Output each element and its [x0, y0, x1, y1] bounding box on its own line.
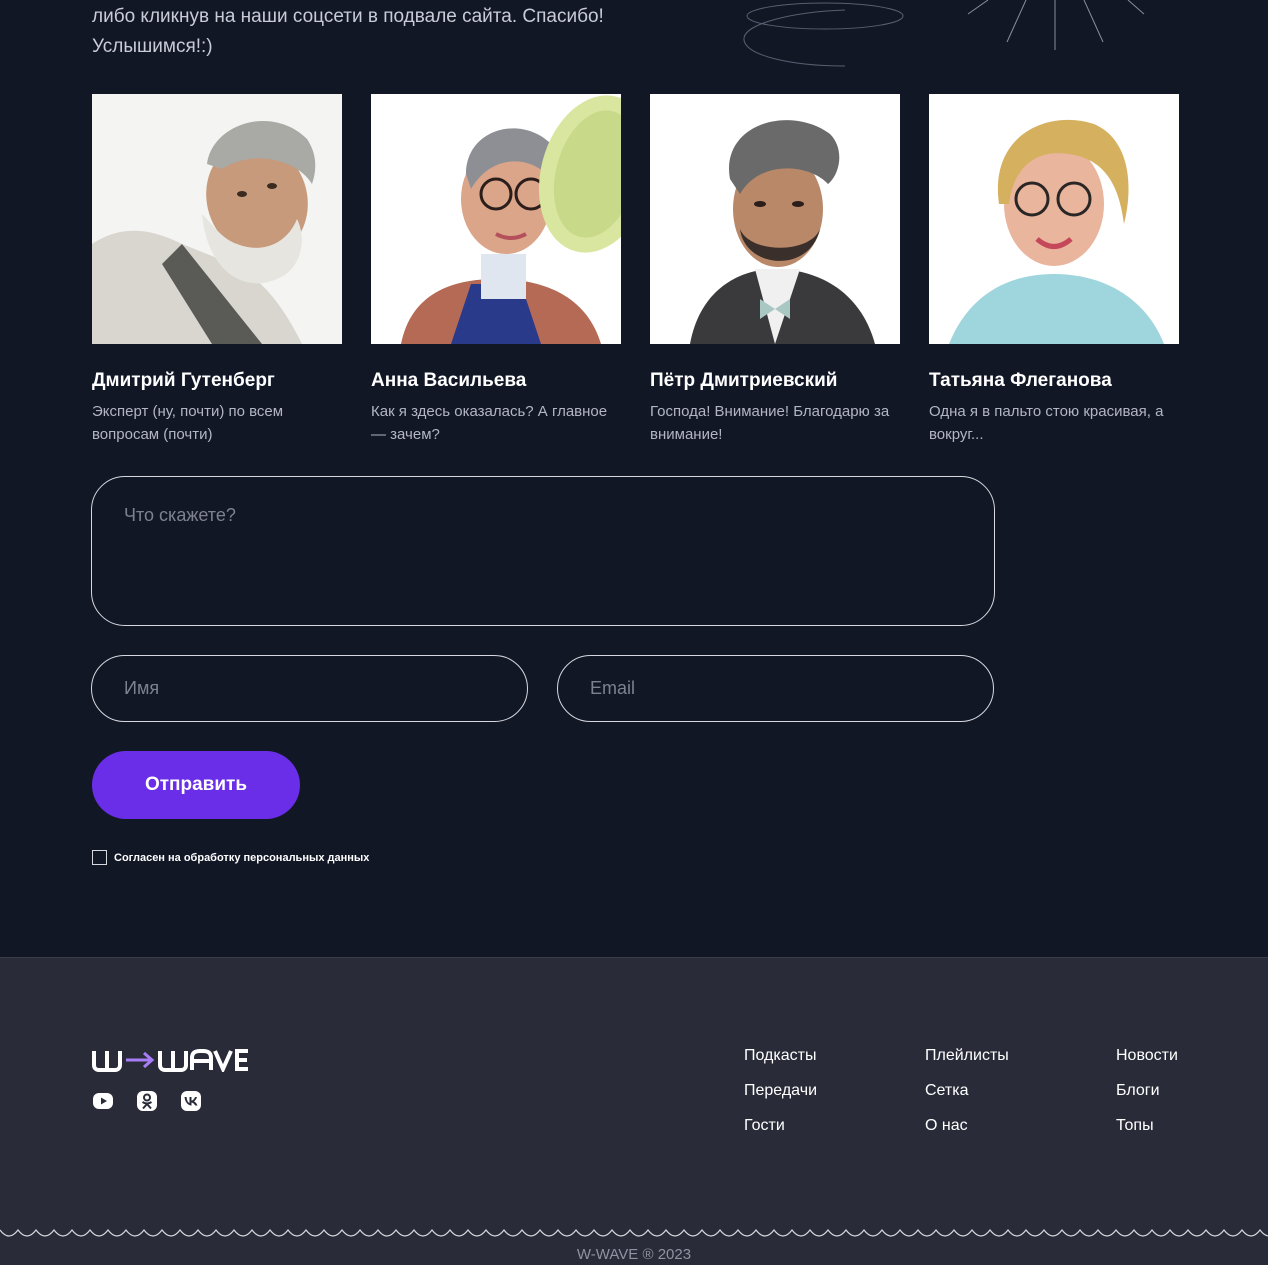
youtube-icon[interactable] — [92, 1090, 114, 1112]
guest-name: Анна Васильева — [371, 370, 527, 391]
submit-button[interactable]: Отправить — [92, 751, 300, 819]
logo-mark — [92, 1049, 248, 1072]
guest-name: Дмитрий Гутенберг — [92, 370, 275, 391]
consent-checkbox[interactable] — [92, 850, 107, 865]
copyright: W-WAVE ® 2023 — [576, 1246, 692, 1263]
decorative-lines — [743, 0, 1145, 67]
guest-photo — [371, 94, 621, 344]
guest-description: Эксперт (ну, почти) по всем вопросам (по… — [92, 403, 284, 443]
guest-card[interactable]: Дмитрий Гутенберг Эксперт (ну, почти) по… — [92, 94, 342, 454]
footer-link-schedule[interactable]: Сетка — [925, 1081, 1009, 1100]
guest-photo — [92, 94, 342, 344]
guests-list: Дмитрий Гутенберг Эксперт (ну, почти) по… — [92, 94, 1180, 454]
consent-row: Согласен на обработку персональных данны… — [92, 850, 369, 865]
message-textarea[interactable] — [91, 476, 995, 626]
footer-link-news[interactable]: Новости — [1116, 1046, 1178, 1065]
guest-description: Господа! Внимание! Благодарю за внимание… — [650, 403, 890, 443]
footer: Подкасты Передачи Гости Плейлисты Сетка … — [0, 957, 1268, 1265]
footer-link-podcasts[interactable]: Подкасты — [744, 1046, 817, 1065]
name-input[interactable] — [91, 655, 528, 722]
footer-link-blogs[interactable]: Блоги — [1116, 1081, 1178, 1100]
guest-description: Как я здесь оказалась? А главное — зачем… — [371, 403, 608, 443]
guest-name: Татьяна Флеганова — [929, 370, 1112, 391]
footer-link-playlists[interactable]: Плейлисты — [925, 1046, 1009, 1065]
intro-text: либо кликнув на наши соцсети в подвале с… — [92, 2, 712, 62]
guest-card[interactable]: Татьяна Флеганова Одна я в пальто стою к… — [929, 94, 1179, 454]
footer-link-about[interactable]: О нас — [925, 1116, 1009, 1135]
footer-link-guests[interactable]: Гости — [744, 1116, 817, 1135]
logo[interactable] — [92, 1046, 250, 1074]
wave-divider — [0, 1229, 1268, 1237]
guest-photo — [650, 94, 900, 344]
guest-description: Одна я в пальто стою красивая, а вокруг.… — [929, 403, 1164, 443]
guest-card[interactable]: Анна Васильева Как я здесь оказалась? А … — [371, 94, 621, 454]
footer-nav-column-2: Плейлисты Сетка О нас — [925, 1046, 1009, 1135]
footer-link-shows[interactable]: Передачи — [744, 1081, 817, 1100]
social-links — [92, 1090, 202, 1112]
footer-nav-column-3: Новости Блоги Топы — [1116, 1046, 1178, 1135]
email-input[interactable] — [557, 655, 994, 722]
guest-card[interactable]: Пётр Дмитриевский Господа! Внимание! Бла… — [650, 94, 900, 454]
vk-icon[interactable] — [180, 1090, 202, 1112]
guest-name: Пётр Дмитриевский — [650, 370, 838, 391]
intro-line-2: Услышимся!:) — [92, 36, 213, 57]
odnoklassniki-icon[interactable] — [136, 1090, 158, 1112]
footer-link-tops[interactable]: Топы — [1116, 1116, 1178, 1135]
guest-photo — [929, 94, 1179, 344]
intro-line-1: либо кликнув на наши соцсети в подвале с… — [92, 6, 604, 27]
feedback-section: либо кликнув на наши соцсети в подвале с… — [0, 0, 1268, 957]
footer-nav-column-1: Подкасты Передачи Гости — [744, 1046, 817, 1135]
consent-label[interactable]: Согласен на обработку персональных данны… — [114, 852, 369, 864]
